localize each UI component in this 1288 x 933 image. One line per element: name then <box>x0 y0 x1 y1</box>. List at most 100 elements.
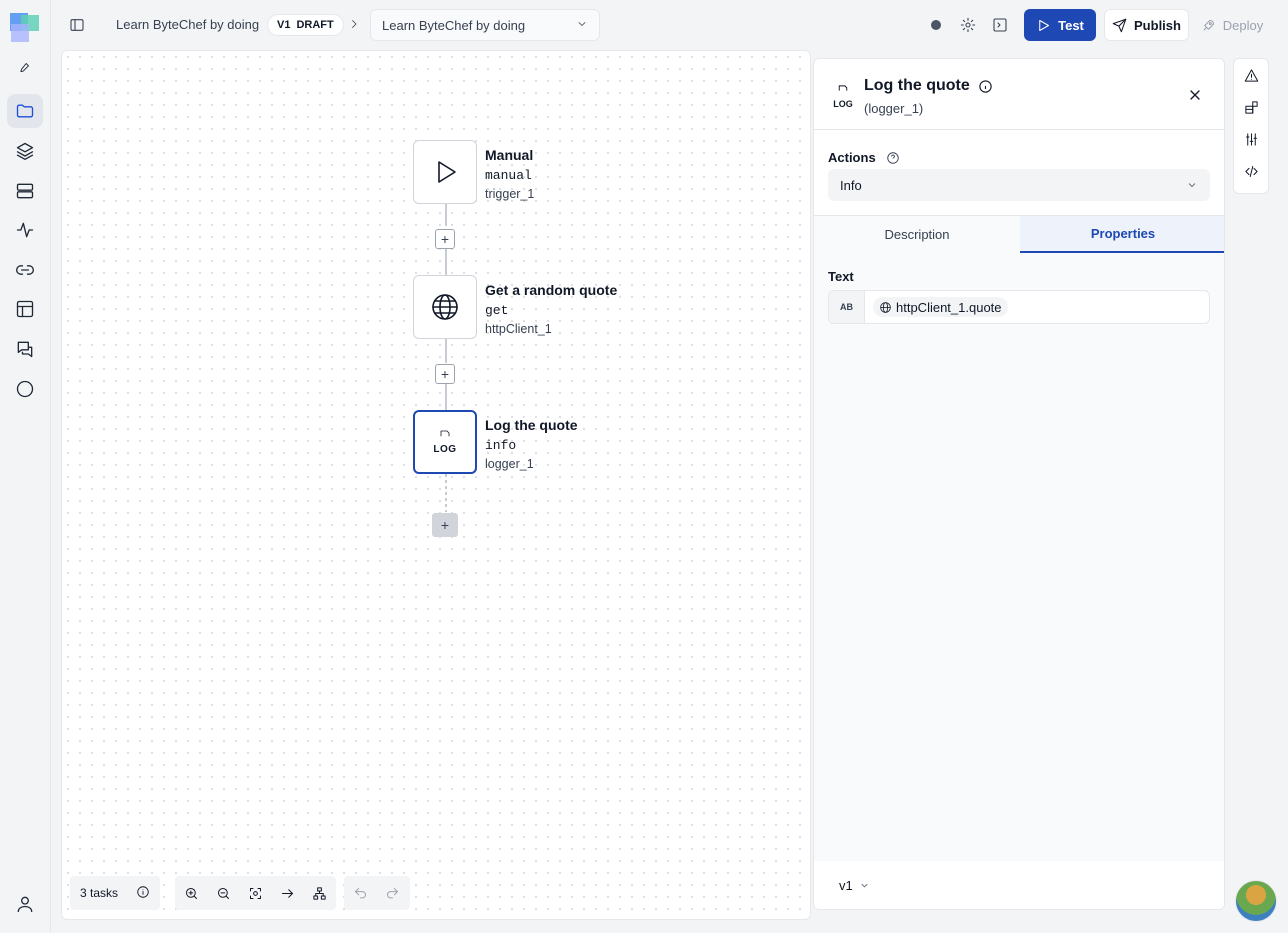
workflow-select-value: Learn ByteChef by doing <box>382 17 526 33</box>
add-node-button[interactable]: + <box>435 229 455 249</box>
workflow-canvas[interactable]: Manual manual trigger_1 + Get a random q… <box>61 50 811 920</box>
workflow-node-manual[interactable] <box>413 140 477 204</box>
auto-layout-button[interactable] <box>303 876 335 910</box>
node-label-logger: Log the quote info logger_1 <box>485 417 578 471</box>
blocks-icon <box>1244 100 1258 114</box>
test-button-label: Test <box>1058 17 1084 33</box>
executions-nav-button[interactable] <box>7 213 43 247</box>
tasks-status: 3 tasks <box>70 876 160 910</box>
version-label: V1 <box>277 19 291 31</box>
chat-nav-button[interactable] <box>7 332 43 366</box>
settings-button[interactable] <box>960 17 976 36</box>
layers-icon <box>16 142 34 160</box>
wrench-icon <box>20 63 29 73</box>
edge <box>445 204 447 226</box>
deploy-button[interactable]: Deploy <box>1191 9 1273 41</box>
add-node-button[interactable]: + <box>435 364 455 384</box>
fit-view-button[interactable] <box>239 876 271 910</box>
tasks-label: 3 tasks <box>80 886 119 900</box>
canvas-controls <box>175 876 336 910</box>
node-id: httpClient_1 <box>485 322 552 336</box>
bytechef-logo[interactable] <box>10 13 39 42</box>
version-selector[interactable]: v1 <box>814 861 1224 909</box>
text-type-badge[interactable]: AB <box>829 291 865 323</box>
sidebar-icon <box>70 19 84 31</box>
zoom-out-icon <box>217 887 229 899</box>
panel-tabs: Description Properties <box>814 215 1224 253</box>
actions-label-row: Actions <box>828 150 900 165</box>
node-title: Manual <box>485 147 534 163</box>
left-rail <box>0 0 51 933</box>
action-select[interactable]: Info <box>828 169 1210 201</box>
data-pill[interactable]: httpClient_1.quote <box>873 297 1008 317</box>
projects-nav-button[interactable] <box>7 94 43 128</box>
tab-description[interactable]: Description <box>814 216 1020 253</box>
log-icon: LOG <box>433 429 456 455</box>
workflow-node-logger[interactable]: LOG <box>413 410 477 474</box>
sidebar-toggle-button[interactable] <box>69 17 85 36</box>
arrow-right-icon <box>281 888 293 898</box>
focus-icon <box>249 887 261 899</box>
test-button[interactable]: Test <box>1024 9 1096 41</box>
top-header: Learn ByteChef by doing V1 DRAFT Learn B… <box>51 0 1288 50</box>
edge <box>445 339 447 363</box>
zoom-out-button[interactable] <box>207 876 239 910</box>
panel-icon-text: LOG <box>833 99 853 109</box>
node-id: logger_1 <box>485 457 534 471</box>
node-id: trigger_1 <box>485 187 535 201</box>
undo-icon <box>354 887 366 898</box>
server-icon <box>16 183 34 199</box>
layout-direction-button[interactable] <box>271 876 303 910</box>
workflow-select[interactable]: Learn ByteChef by doing <box>370 9 600 41</box>
node-operation: get <box>485 303 509 318</box>
build-nav-button[interactable] <box>7 50 43 84</box>
connections-nav-button[interactable] <box>7 253 43 287</box>
deploy-button-label: Deploy <box>1222 17 1264 33</box>
tab-properties[interactable]: Properties <box>1020 216 1224 253</box>
components-button[interactable] <box>1234 91 1268 123</box>
code-editor-button[interactable] <box>1234 155 1268 187</box>
edge <box>445 474 447 512</box>
zoom-in-button[interactable] <box>175 876 207 910</box>
publish-button-label: Publish <box>1134 17 1181 33</box>
circle-nav-button[interactable] <box>7 372 43 406</box>
gear-icon <box>960 17 976 33</box>
circle-icon <box>16 380 34 398</box>
help-icon[interactable] <box>886 151 900 165</box>
folder-icon <box>16 104 34 118</box>
user-profile-button[interactable] <box>7 887 43 921</box>
breadcrumb-separator <box>348 18 360 33</box>
code-panel-button[interactable] <box>992 17 1008 36</box>
link-icon <box>16 265 34 275</box>
node-operation: manual <box>485 168 532 183</box>
rocket-icon <box>1203 19 1214 30</box>
close-panel-button[interactable] <box>1187 87 1203 106</box>
panel-subtitle: (logger_1) <box>864 101 924 116</box>
chevron-down-icon <box>576 18 588 33</box>
publish-button[interactable]: Publish <box>1104 9 1189 41</box>
info-icon[interactable] <box>978 79 993 94</box>
assistant-avatar[interactable] <box>1235 880 1277 922</box>
panel-title: Log the quote <box>864 77 970 94</box>
workflow-node-http[interactable] <box>413 275 477 339</box>
text-property-input[interactable]: AB httpClient_1.quote <box>828 290 1210 324</box>
panel-title-row: Log the quote <box>864 77 993 95</box>
send-icon <box>1112 18 1127 32</box>
inputs-button[interactable] <box>1234 123 1268 155</box>
tables-nav-button[interactable] <box>7 292 43 326</box>
redo-button[interactable] <box>376 876 408 910</box>
terminal-icon <box>993 18 1007 32</box>
node-label-manual: Manual manual trigger_1 <box>485 147 534 201</box>
breadcrumb-project[interactable]: Learn ByteChef by doing <box>116 17 259 32</box>
node-details-panel: LOG Log the quote (logger_1) Actions Inf… <box>813 58 1225 910</box>
warnings-button[interactable] <box>1234 59 1268 91</box>
hierarchy-icon <box>312 886 326 900</box>
instances-nav-button[interactable] <box>7 174 43 208</box>
add-last-node-button[interactable]: + <box>432 513 458 537</box>
version-badge: V1 DRAFT <box>267 14 344 36</box>
info-button[interactable] <box>136 885 150 902</box>
play-icon <box>1039 19 1050 31</box>
undo-button[interactable] <box>344 876 376 910</box>
node-operation: info <box>485 438 517 453</box>
integrations-nav-button[interactable] <box>7 134 43 168</box>
